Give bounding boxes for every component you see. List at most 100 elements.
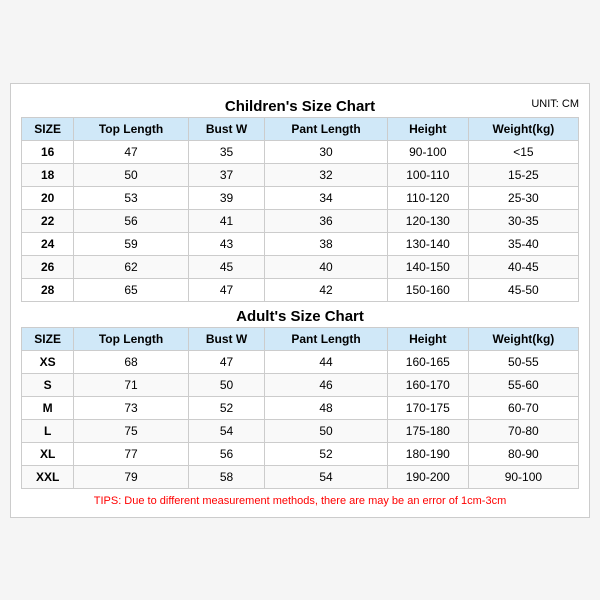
table-cell: 90-100 <box>387 140 468 163</box>
table-cell: 40 <box>265 255 388 278</box>
table-cell: 38 <box>265 232 388 255</box>
table-row: 1647353090-100<15 <box>22 140 579 163</box>
table-cell: 130-140 <box>387 232 468 255</box>
table-cell: 36 <box>265 209 388 232</box>
table-cell: 48 <box>265 396 388 419</box>
table-row: 26624540140-15040-45 <box>22 255 579 278</box>
table-cell: 44 <box>265 350 388 373</box>
table-row: M735248170-17560-70 <box>22 396 579 419</box>
table-cell: 18 <box>22 163 74 186</box>
table-cell: 170-175 <box>387 396 468 419</box>
children-col-size: SIZE <box>22 117 74 140</box>
table-cell: 24 <box>22 232 74 255</box>
table-cell: XS <box>22 350 74 373</box>
table-cell: 40-45 <box>468 255 578 278</box>
children-col-top-length: Top Length <box>74 117 189 140</box>
adult-table-body: XS684744160-16550-55S715046160-17055-60M… <box>22 350 579 488</box>
table-cell: 50-55 <box>468 350 578 373</box>
table-cell: 60-70 <box>468 396 578 419</box>
table-cell: 53 <box>74 186 189 209</box>
table-cell: 47 <box>74 140 189 163</box>
table-row: 18503732100-11015-25 <box>22 163 579 186</box>
table-cell: 46 <box>265 373 388 396</box>
table-cell: M <box>22 396 74 419</box>
table-cell: 56 <box>188 442 264 465</box>
table-cell: 79 <box>74 465 189 488</box>
table-cell: 70-80 <box>468 419 578 442</box>
table-cell: S <box>22 373 74 396</box>
table-cell: 30 <box>265 140 388 163</box>
table-cell: 80-90 <box>468 442 578 465</box>
table-cell: 160-165 <box>387 350 468 373</box>
table-cell: 75 <box>74 419 189 442</box>
table-row: L755450175-18070-80 <box>22 419 579 442</box>
table-cell: 47 <box>188 278 264 301</box>
adult-col-bust-w: Bust W <box>188 327 264 350</box>
adult-col-size: SIZE <box>22 327 74 350</box>
table-cell: 77 <box>74 442 189 465</box>
table-row: 24594338130-14035-40 <box>22 232 579 255</box>
table-cell: 25-30 <box>468 186 578 209</box>
table-cell: 50 <box>265 419 388 442</box>
table-cell: 175-180 <box>387 419 468 442</box>
tips-text: TIPS: Due to different measurement metho… <box>21 489 579 509</box>
table-row: S715046160-17055-60 <box>22 373 579 396</box>
children-title-text: Children's Size Chart <box>225 98 375 115</box>
table-cell: 15-25 <box>468 163 578 186</box>
table-cell: 62 <box>74 255 189 278</box>
children-size-table: SIZE Top Length Bust W Pant Length Heigh… <box>21 117 579 302</box>
size-chart-container: Children's Size Chart UNIT: CM SIZE Top … <box>10 83 590 518</box>
table-cell: 20 <box>22 186 74 209</box>
children-table-body: 1647353090-100<1518503732100-11015-25205… <box>22 140 579 301</box>
adult-title-text: Adult's Size Chart <box>236 308 364 325</box>
table-cell: 41 <box>188 209 264 232</box>
table-cell: 56 <box>74 209 189 232</box>
table-cell: 52 <box>265 442 388 465</box>
table-row: 20533934110-12025-30 <box>22 186 579 209</box>
table-cell: 59 <box>74 232 189 255</box>
table-cell: 50 <box>74 163 189 186</box>
adult-chart-title: Adult's Size Chart <box>21 302 579 327</box>
table-cell: 55-60 <box>468 373 578 396</box>
table-cell: 71 <box>74 373 189 396</box>
children-table-header-row: SIZE Top Length Bust W Pant Length Heigh… <box>22 117 579 140</box>
table-cell: 110-120 <box>387 186 468 209</box>
adult-size-table: SIZE Top Length Bust W Pant Length Heigh… <box>21 327 579 489</box>
adult-table-header-row: SIZE Top Length Bust W Pant Length Heigh… <box>22 327 579 350</box>
table-cell: 32 <box>265 163 388 186</box>
table-row: XXL795854190-20090-100 <box>22 465 579 488</box>
table-row: XS684744160-16550-55 <box>22 350 579 373</box>
table-cell: 50 <box>188 373 264 396</box>
table-cell: 43 <box>188 232 264 255</box>
table-cell: 47 <box>188 350 264 373</box>
table-cell: 120-130 <box>387 209 468 232</box>
table-cell: 26 <box>22 255 74 278</box>
children-col-bust-w: Bust W <box>188 117 264 140</box>
table-cell: 180-190 <box>387 442 468 465</box>
table-cell: 190-200 <box>387 465 468 488</box>
table-cell: 37 <box>188 163 264 186</box>
table-cell: XXL <box>22 465 74 488</box>
children-col-height: Height <box>387 117 468 140</box>
table-row: 22564136120-13030-35 <box>22 209 579 232</box>
table-cell: L <box>22 419 74 442</box>
table-cell: 39 <box>188 186 264 209</box>
table-cell: 68 <box>74 350 189 373</box>
table-cell: 140-150 <box>387 255 468 278</box>
table-cell: 54 <box>188 419 264 442</box>
table-cell: 45 <box>188 255 264 278</box>
table-cell: 42 <box>265 278 388 301</box>
table-cell: 35 <box>188 140 264 163</box>
adult-col-top-length: Top Length <box>74 327 189 350</box>
table-cell: 65 <box>74 278 189 301</box>
table-cell: 90-100 <box>468 465 578 488</box>
table-cell: 45-50 <box>468 278 578 301</box>
table-cell: 34 <box>265 186 388 209</box>
table-cell: 35-40 <box>468 232 578 255</box>
children-col-weight: Weight(kg) <box>468 117 578 140</box>
children-chart-title: Children's Size Chart UNIT: CM <box>21 94 579 117</box>
table-cell: 73 <box>74 396 189 419</box>
table-cell: 16 <box>22 140 74 163</box>
unit-label: UNIT: CM <box>531 98 579 110</box>
table-cell: 160-170 <box>387 373 468 396</box>
